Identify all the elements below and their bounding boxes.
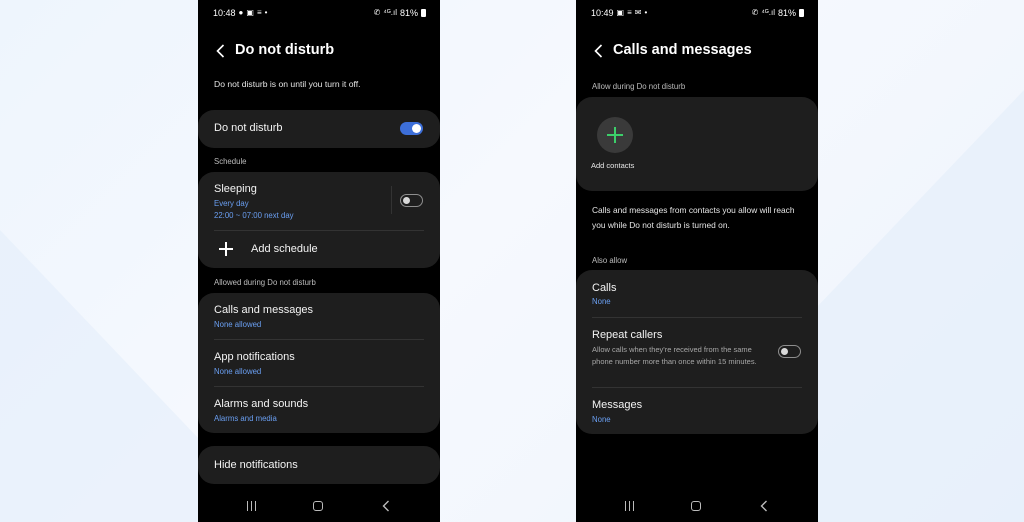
status-time: 10:49	[591, 8, 614, 18]
sleeping-title: Sleeping	[214, 183, 257, 195]
dnd-toggle-card: Do not disturb	[198, 110, 440, 148]
sleeping-days: Every day	[214, 199, 249, 208]
call-icon: ✆	[751, 8, 759, 17]
also-allow-card: Calls None Repeat callers Allow calls wh…	[576, 270, 818, 434]
contacts-info-text: Calls and messages from contacts you all…	[592, 205, 795, 230]
allowed-item-title: Alarms and sounds	[214, 398, 309, 410]
allowed-item-sub: Alarms and media	[214, 414, 277, 423]
background-shape-left	[0, 230, 200, 522]
more-dot-icon: •	[644, 8, 648, 17]
allowed-item-alarms-sounds[interactable]: Alarms and sounds Alarms and media	[198, 387, 440, 433]
email-icon: ✉	[634, 8, 642, 17]
page-title: Do not disturb	[235, 42, 335, 58]
recents-icon[interactable]	[624, 500, 636, 514]
hide-notifications-label: Hide notifications	[214, 459, 298, 471]
repeat-callers-title: Repeat callers	[592, 329, 663, 341]
messages-row[interactable]: Messages None	[576, 388, 818, 434]
allowed-item-title: Calls and messages	[214, 304, 314, 316]
navigation-bar	[576, 492, 818, 522]
repeat-callers-row[interactable]: Repeat callers Allow calls when they're …	[576, 318, 818, 387]
page-header: Calls and messages	[576, 40, 818, 62]
dnd-info-text: Do not disturb is on until you turn it o…	[214, 79, 361, 89]
repeat-callers-toggle-switch[interactable]	[778, 345, 801, 358]
home-icon[interactable]	[313, 500, 325, 514]
phone-screen-calls-messages: 10:49 ▣ ≡ ✉ • ✆ ⁴ᴳ.ıl 81% Calls and mess…	[576, 0, 818, 522]
allowed-item-title: App notifications	[214, 351, 295, 363]
sleeping-time: 22:00 ~ 07:00 next day	[214, 211, 294, 220]
sleeping-toggle-switch[interactable]	[400, 194, 423, 207]
battery-icon	[421, 9, 426, 17]
hide-notifications-row[interactable]: Hide notifications	[198, 446, 440, 484]
battery-percent: 81%	[399, 8, 418, 18]
battery-percent: 81%	[777, 8, 796, 18]
gallery-icon: ▣	[246, 8, 254, 17]
add-contacts-label: Add contacts	[591, 161, 635, 170]
navigation-bar	[198, 492, 440, 522]
battery-icon	[799, 9, 804, 17]
more-dot-icon: •	[264, 8, 268, 17]
contacts-card: Add contacts	[576, 97, 818, 191]
messages-title: Messages	[592, 399, 643, 411]
add-schedule-button[interactable]: Add schedule	[198, 231, 440, 268]
allowed-card: Calls and messages None allowed App noti…	[198, 293, 440, 433]
messages-sub: None	[592, 415, 611, 424]
signal-icon: ⁴ᴳ.ıl	[383, 8, 397, 17]
calls-title: Calls	[592, 282, 617, 294]
allow-section-label: Allow during Do not disturb	[592, 82, 686, 91]
allowed-item-sub: None allowed	[214, 367, 262, 376]
home-icon[interactable]	[691, 500, 703, 514]
allowed-item-sub: None allowed	[214, 320, 262, 329]
gallery-icon: ▣	[616, 8, 625, 17]
add-contact-plus-icon[interactable]	[597, 117, 633, 153]
background-shape-right	[814, 90, 1024, 522]
toggle-divider	[391, 186, 392, 214]
dnd-toggle-switch[interactable]	[400, 122, 423, 135]
also-allow-section-label: Also allow	[592, 256, 628, 265]
schedule-section-label: Schedule	[214, 157, 247, 166]
allowed-item-app-notifications[interactable]: App notifications None allowed	[198, 340, 440, 386]
dnd-toggle-row[interactable]: Do not disturb	[198, 110, 440, 148]
back-icon[interactable]	[382, 500, 394, 514]
calls-sub: None	[592, 297, 611, 306]
page-title: Calls and messages	[613, 42, 752, 58]
schedule-card: Sleeping Every day 22:00 ~ 07:00 next da…	[198, 172, 440, 268]
plus-icon	[219, 242, 233, 256]
signal-icon: ⁴ᴳ.ıl	[761, 8, 775, 17]
back-chevron-icon[interactable]	[590, 42, 606, 60]
notification-icon: ≡	[256, 8, 262, 17]
status-time: 10:48	[213, 8, 236, 18]
status-bar: 10:49 ▣ ≡ ✉ • ✆ ⁴ᴳ.ıl 81%	[576, 6, 818, 20]
hide-notifications-card: Hide notifications	[198, 446, 440, 484]
page-header: Do not disturb	[198, 40, 440, 62]
notification-icon: ≡	[627, 8, 632, 17]
status-bar: 10:48 ● ▣ ≡ • ✆ ⁴ᴳ.ıl 81%	[198, 6, 440, 20]
allowed-item-calls-messages[interactable]: Calls and messages None allowed	[198, 293, 440, 339]
phone-screen-do-not-disturb: 10:48 ● ▣ ≡ • ✆ ⁴ᴳ.ıl 81% Do not disturb…	[198, 0, 440, 522]
messenger-icon: ●	[238, 8, 244, 17]
add-schedule-label: Add schedule	[251, 243, 318, 255]
allowed-section-label: Allowed during Do not disturb	[214, 278, 316, 287]
dnd-toggle-label: Do not disturb	[214, 122, 283, 134]
back-icon[interactable]	[760, 500, 772, 514]
schedule-item-sleeping[interactable]: Sleeping Every day 22:00 ~ 07:00 next da…	[198, 172, 440, 230]
repeat-callers-desc: Allow calls when they're received from t…	[592, 345, 757, 366]
recents-icon[interactable]	[246, 500, 258, 514]
call-icon: ✆	[373, 8, 381, 17]
calls-row[interactable]: Calls None	[576, 270, 818, 317]
back-chevron-icon[interactable]	[212, 42, 228, 60]
